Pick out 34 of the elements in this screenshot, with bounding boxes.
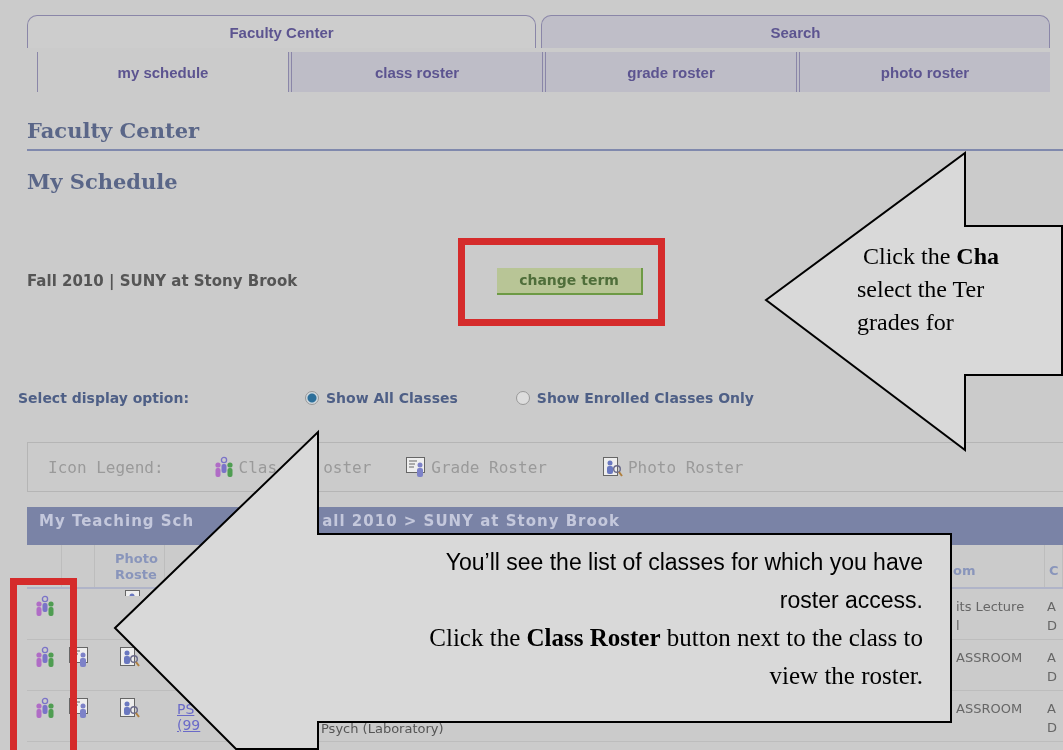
section-title: My Schedule (27, 169, 179, 194)
term-label: Fall 2010 | SUNY at Stony Brook (27, 272, 299, 290)
people-icon[interactable] (33, 646, 56, 668)
radio-button[interactable] (515, 391, 530, 405)
table-title: My Teaching Sch (39, 512, 195, 530)
table-cell-text: ASSROOM (955, 700, 1024, 718)
subtab[interactable]: class roster (288, 52, 542, 92)
display-option-label: Select display option: (18, 390, 191, 406)
radio-button[interactable] (305, 391, 319, 405)
table-cell-text: ASSROOM (955, 649, 1024, 667)
class-link[interactable]: PS (99 (177, 701, 201, 733)
subtab[interactable]: photo roster (796, 52, 1050, 92)
callout-text: You’ll see the list of classes for which you have roster access. (444, 548, 923, 615)
callout-text: Click the Class Roster button next to the class to view the roster. (428, 623, 923, 691)
people-icon[interactable] (33, 697, 56, 719)
column-header: C (1045, 545, 1063, 587)
table-cell-text: A D (1046, 649, 1058, 686)
people-icon (212, 456, 235, 478)
subtab[interactable]: grade roster (542, 52, 796, 92)
change-term-button[interactable]: change term (497, 267, 643, 295)
radio-label[interactable]: Show All Classes (326, 390, 458, 406)
page-title: Faculty Center (27, 118, 1063, 151)
callout-text: Click the Cha select the Ter grades for (857, 242, 999, 337)
table-cell-text: Psych (Laboratory) (320, 720, 445, 738)
tab[interactable]: Search (541, 15, 1050, 48)
radio-label[interactable]: Show Enrolled Classes Only (536, 390, 754, 406)
table-cell-text: A D (1046, 700, 1058, 737)
grade-sheet-icon (405, 456, 428, 478)
table-title: all 2010 > SUNY at Stony Brook (322, 512, 621, 530)
people-icon[interactable] (33, 595, 56, 617)
table-cell-text: A D (1046, 598, 1058, 635)
table-cell-text: its Lecture l (955, 598, 1026, 635)
tab[interactable]: Faculty Center (27, 15, 536, 48)
photo-search-icon (601, 456, 624, 478)
